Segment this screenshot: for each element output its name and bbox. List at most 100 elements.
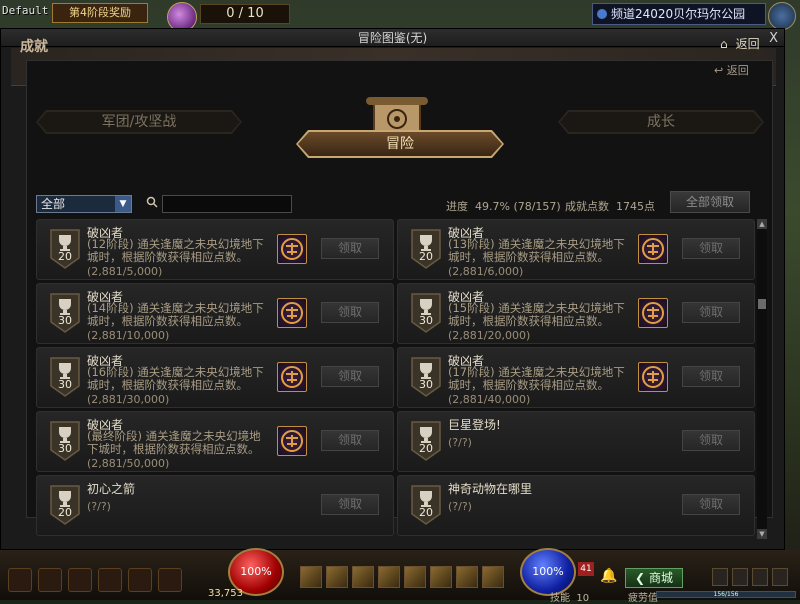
achievement-points: 20 bbox=[58, 506, 72, 519]
system-menu-icon[interactable] bbox=[772, 568, 788, 586]
achievement-points-shield: 20 bbox=[410, 484, 442, 526]
globe-icon bbox=[597, 9, 607, 19]
bell-icon[interactable]: 🔔 bbox=[600, 568, 620, 588]
scroll-thumb[interactable] bbox=[758, 299, 766, 309]
quickslot-4[interactable] bbox=[98, 568, 122, 592]
inventory-menu-icon[interactable] bbox=[732, 568, 748, 586]
reward-item-icon[interactable] bbox=[277, 426, 307, 456]
channel-name: 频道24020贝尔玛尔公园 bbox=[611, 7, 746, 21]
skill-points-value: 10 bbox=[576, 593, 590, 604]
stage-reward-label[interactable]: 第4阶段奖励 bbox=[52, 3, 148, 23]
achievement-description: (14阶段) 通关逢魔之未央幻境地下城时，根据阶数获得相应点数。 bbox=[87, 301, 264, 328]
trophy-icon bbox=[411, 229, 441, 269]
achievement-points-shield: 30 bbox=[49, 420, 81, 462]
skill-slot-6[interactable] bbox=[430, 566, 452, 588]
claim-button[interactable]: 领取 bbox=[321, 366, 379, 387]
achievement-points-shield: 30 bbox=[410, 356, 442, 398]
top-hud: Default 第4阶段奖励 0 / 10 频道24020贝尔玛尔公园 bbox=[0, 0, 800, 32]
category-select[interactable]: 全部 ▼ bbox=[36, 195, 132, 213]
claim-button[interactable]: 领取 bbox=[682, 302, 740, 323]
trophy-icon bbox=[411, 485, 441, 525]
quickslot-2[interactable] bbox=[38, 568, 62, 592]
achievement-description: (17阶段) 通关逢魔之未央幻境地下城时，根据阶数获得相应点数。 bbox=[448, 365, 625, 392]
claim-button[interactable]: 领取 bbox=[682, 494, 740, 515]
quickslot-3[interactable] bbox=[68, 568, 92, 592]
back-button-secondary[interactable]: ↩ 返回 bbox=[714, 62, 749, 78]
reward-item-icon[interactable] bbox=[277, 234, 307, 264]
points-label: 成就点数 bbox=[565, 200, 609, 213]
achievement-title: 神奇动物在哪里 bbox=[448, 482, 533, 496]
skill-menu-icon[interactable] bbox=[752, 568, 768, 586]
home-icon: ⌂ bbox=[720, 37, 728, 51]
achievement-points: 20 bbox=[419, 442, 433, 455]
skill-slot-5[interactable] bbox=[404, 566, 426, 588]
progress-value: 49.7% (78/157) bbox=[475, 200, 561, 213]
tab-legion-raid[interactable]: 军团/攻坚战 bbox=[36, 110, 242, 134]
skill-slot-7[interactable] bbox=[456, 566, 478, 588]
claim-button[interactable]: 领取 bbox=[682, 430, 740, 451]
shop-button[interactable]: ❮ 商城 bbox=[625, 568, 683, 588]
window-titlebar[interactable]: 冒险图鉴(无) X bbox=[1, 29, 784, 47]
claim-button[interactable]: 领取 bbox=[682, 238, 740, 259]
tab-legion-raid-label: 军团/攻坚战 bbox=[101, 114, 177, 130]
achievement-description: (13阶段) 通关逢魔之未央幻境地下城时，根据阶数获得相应点数。 bbox=[448, 237, 625, 264]
skill-slot-1[interactable] bbox=[300, 566, 322, 588]
gold-amount: 33,753 bbox=[208, 588, 243, 599]
skill-slot-3[interactable] bbox=[352, 566, 374, 588]
section-title: 成就 bbox=[20, 39, 48, 55]
achievement-points-shield: 20 bbox=[49, 228, 81, 270]
level-badge: 41 bbox=[578, 562, 594, 576]
reward-item-icon[interactable] bbox=[638, 362, 668, 392]
achievement-list: 20 破凶者 (12阶段) 通关逢魔之未央幻境地下城时，根据阶数获得相应点数。 (2,… bbox=[36, 219, 756, 539]
reward-item-icon[interactable] bbox=[638, 298, 668, 328]
achievement-points: 30 bbox=[58, 314, 72, 327]
quickslot-1[interactable] bbox=[8, 568, 32, 592]
achievement-description: (16阶段) 通关逢魔之未央幻境地下城时，根据阶数获得相应点数。 bbox=[87, 365, 264, 392]
trophy-icon bbox=[50, 421, 80, 461]
claim-button[interactable]: 领取 bbox=[321, 238, 379, 259]
close-button[interactable]: X bbox=[769, 30, 778, 48]
scroll-up-icon[interactable]: ▲ bbox=[757, 219, 767, 229]
default-label: Default bbox=[2, 4, 49, 17]
achievement-title: 巨星登场! bbox=[448, 418, 501, 432]
reward-item-icon[interactable] bbox=[277, 362, 307, 392]
minimap-icon[interactable] bbox=[768, 2, 796, 30]
achievement-points-shield: 30 bbox=[49, 292, 81, 334]
claim-all-button[interactable]: 全部领取 bbox=[670, 191, 750, 213]
character-menu-icon[interactable] bbox=[712, 568, 728, 586]
trophy-icon bbox=[50, 485, 80, 525]
channel-indicator[interactable]: 频道24020贝尔玛尔公园 bbox=[592, 3, 766, 25]
progress-label: 进度 bbox=[446, 200, 468, 213]
reward-item-icon[interactable] bbox=[638, 234, 668, 264]
achievement-card: 20 破凶者 (12阶段) 通关逢魔之未央幻境地下城时，根据阶数获得相应点数。 (2,… bbox=[36, 219, 394, 280]
list-scrollbar[interactable]: ▲ ▼ bbox=[757, 219, 767, 539]
achievement-card: 30 破凶者 (16阶段) 通关逢魔之未央幻境地下城时，根据阶数获得相应点数。 (2,… bbox=[36, 347, 394, 408]
achievement-points-shield: 20 bbox=[410, 420, 442, 462]
skill-slot-4[interactable] bbox=[378, 566, 400, 588]
achievement-points: 30 bbox=[419, 378, 433, 391]
quickslot-6[interactable] bbox=[158, 568, 182, 592]
claim-button[interactable]: 领取 bbox=[321, 430, 379, 451]
achievement-points: 30 bbox=[58, 378, 72, 391]
reward-item-icon[interactable] bbox=[277, 298, 307, 328]
claim-button[interactable]: 领取 bbox=[321, 494, 379, 515]
trophy-icon bbox=[50, 293, 80, 333]
claim-button[interactable]: 领取 bbox=[321, 302, 379, 323]
quickslot-5[interactable] bbox=[128, 568, 152, 592]
scroll-down-icon[interactable]: ▼ bbox=[757, 529, 767, 539]
tab-adventure[interactable]: 冒险 bbox=[296, 130, 504, 158]
achievement-progress: (2,881/6,000) bbox=[448, 265, 524, 278]
achievement-card: 20 破凶者 (13阶段) 通关逢魔之未央幻境地下城时，根据阶数获得相应点数。 (2,… bbox=[397, 219, 755, 280]
home-back-button[interactable]: ⌂ 返回 bbox=[720, 35, 760, 52]
skill-slot-2[interactable] bbox=[326, 566, 348, 588]
window-title: 冒险图鉴(无) bbox=[357, 31, 428, 45]
achievement-progress: (2,881/5,000) bbox=[87, 265, 163, 278]
category-selected-value: 全部 bbox=[41, 197, 66, 211]
skill-points: 技能 10 bbox=[550, 589, 589, 604]
skill-slot-8[interactable] bbox=[482, 566, 504, 588]
claim-button[interactable]: 领取 bbox=[682, 366, 740, 387]
tab-growth[interactable]: 成长 bbox=[558, 110, 764, 134]
achievement-title: 初心之箭 bbox=[87, 482, 136, 496]
search-input[interactable] bbox=[162, 195, 292, 213]
fatigue-label: 疲劳值 bbox=[628, 593, 658, 604]
